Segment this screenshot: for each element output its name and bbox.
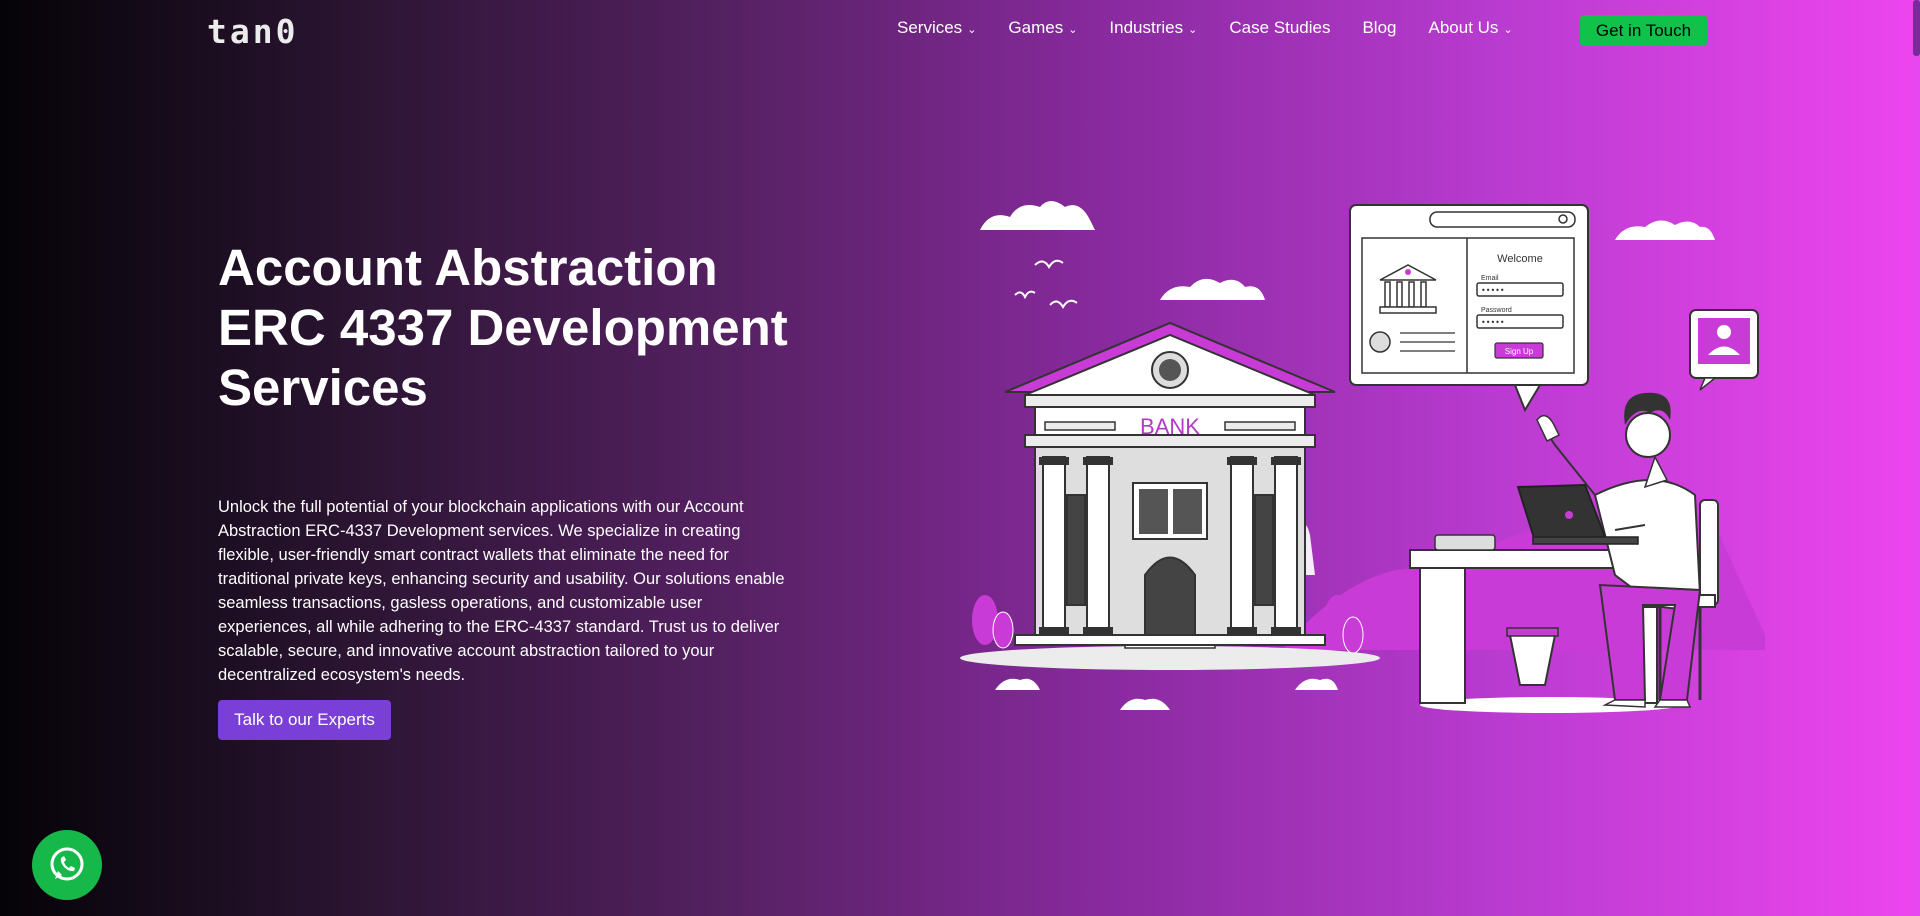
login-window: Welcome Email ••••• Password ••••• Sign … (1349, 204, 1589, 413)
bank-shadow (960, 646, 1380, 670)
birds-icon (1014, 259, 1078, 309)
nav-item-label: Case Studies (1229, 18, 1331, 37)
nav-item-label: Services (897, 18, 963, 37)
title-line: Account Abstraction (218, 239, 718, 296)
main-nav: Services ⌄ Games ⌄ Industries ⌄ Case Stu… (897, 18, 1545, 38)
nav-item-services[interactable]: Services ⌄ (897, 18, 976, 38)
user-profile-icon (1689, 309, 1759, 391)
nav-item-blog[interactable]: Blog (1362, 18, 1396, 38)
nav-item-case-studies[interactable]: Case Studies (1229, 18, 1330, 38)
title-line: ERC 4337 Development (218, 299, 788, 356)
chevron-down-icon: ⌄ (1068, 23, 1078, 36)
chevron-down-icon: ⌄ (1503, 23, 1513, 36)
nav-item-label: Games (1008, 18, 1064, 37)
page-scrollbar[interactable] (1913, 0, 1920, 916)
nav-item-label: Industries (1109, 18, 1184, 37)
hero-description: Unlock the full potential of your blockc… (218, 498, 785, 684)
nav-item-label: About Us (1428, 18, 1499, 37)
chevron-down-icon: ⌄ (1188, 23, 1198, 36)
sign-up-label: Sign Up (1505, 347, 1534, 356)
email-value: ••••• (1481, 286, 1505, 295)
hero-illustration: BANK Welcome Email ••••• Password ••••• … (960, 201, 1765, 713)
chevron-down-icon: ⌄ (967, 23, 977, 36)
trash-bin-icon (1506, 627, 1559, 686)
nav-item-about-us[interactable]: About Us ⌄ (1429, 18, 1513, 38)
search-input (1429, 211, 1576, 228)
nav-item-games[interactable]: Games ⌄ (1008, 18, 1077, 38)
login-title: Welcome (1497, 253, 1543, 265)
site-logo[interactable]: tan0 (207, 12, 298, 51)
password-label: Password (1481, 307, 1512, 314)
talk-to-experts-button[interactable]: Talk to our Experts (218, 700, 391, 740)
scrollbar-thumb[interactable] (1913, 0, 1920, 56)
page-title: Account Abstraction ERC 4337 Development… (218, 238, 818, 418)
nav-item-label: Blog (1362, 18, 1397, 37)
title-line: Services (218, 359, 428, 416)
bank-building: BANK (1004, 321, 1336, 649)
get-in-touch-button[interactable]: Get in Touch (1580, 15, 1707, 46)
nav-item-industries[interactable]: Industries ⌄ (1109, 18, 1197, 38)
whatsapp-icon (50, 847, 84, 881)
password-value: ••••• (1481, 318, 1505, 327)
email-label: Email (1481, 275, 1499, 282)
whatsapp-button[interactable] (32, 830, 102, 900)
